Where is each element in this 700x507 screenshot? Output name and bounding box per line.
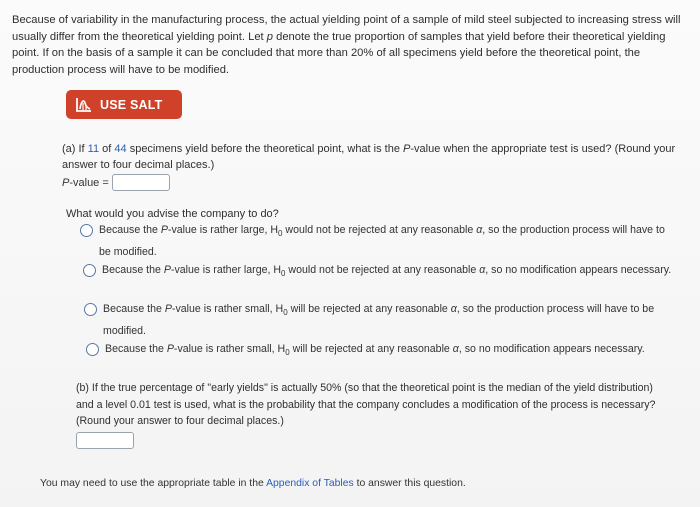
opt-text: -value is rather large, H [170, 264, 282, 276]
part-a-text: (a) If 11 of 44 specimens yield before t… [62, 141, 692, 173]
radio-button[interactable] [83, 264, 96, 277]
part-a-of: of [99, 143, 115, 155]
advise-option-2-text: Because the P-value is rather large, H0 … [102, 261, 672, 283]
opt-text: Because the [102, 264, 164, 276]
advise-option-4[interactable]: Because the P-value is rather small, H0 … [86, 340, 675, 362]
opt-text: Because the [105, 343, 167, 355]
radio-button[interactable] [80, 224, 93, 237]
advise-option-4-text: Because the P-value is rather small, H0 … [105, 340, 675, 362]
pvalue-input[interactable] [111, 174, 170, 191]
pvalue-row: P-value = [62, 174, 692, 191]
opt-text: Because the [103, 303, 165, 315]
opt-text: will be rejected at any reasonable [287, 303, 451, 315]
appendix-link[interactable]: Appendix of Tables [266, 478, 354, 489]
question-page: Because of variability in the manufactur… [0, 0, 700, 507]
part-a-question: (a) If 11 of 44 specimens yield before t… [62, 141, 692, 191]
use-salt-button[interactable]: USE SALT [66, 90, 182, 119]
opt-text: will be rejected at any reasonable [289, 343, 453, 355]
opt-text: , so no modification appears necessary. [485, 264, 672, 276]
opt-text: -value is rather small, H [171, 303, 284, 315]
pvalue-label: P-value = [62, 175, 109, 191]
opt-text: would not be rejected at any reasonable [282, 224, 477, 236]
part-a-middle: specimens yield before the theoretical p… [126, 143, 404, 155]
opt-text: Because the [99, 224, 161, 236]
footer-text-before: You may need to use the appropriate tabl… [40, 478, 267, 489]
part-a-yield-count: 11 [87, 143, 100, 155]
opt-text: , so no modification appears necessary. [458, 343, 645, 355]
footer-note: You may need to use the appropriate tabl… [40, 478, 466, 489]
problem-statement: Because of variability in the manufactur… [12, 12, 688, 78]
opt-text: -value is rather large, H [167, 224, 279, 236]
part-b-text: (b) If the true percentage of "early yie… [76, 382, 656, 427]
advise-option-1-text: Because the P-value is rather large, H0 … [99, 221, 669, 262]
opt-text: would not be rejected at any reasonable [285, 264, 480, 276]
opt-p: P [160, 224, 168, 236]
opt-text: -value is rather small, H [173, 343, 286, 355]
advise-option-2[interactable]: Because the P-value is rather large, H0 … [83, 261, 672, 283]
part-a-prefix: (a) If [62, 143, 88, 155]
opt-p: P [166, 343, 174, 355]
advise-option-3[interactable]: Because the P-value is rather small, H0 … [84, 300, 673, 341]
radio-button[interactable] [84, 303, 97, 316]
part-b-answer-input[interactable] [76, 431, 134, 449]
use-salt-label: USE SALT [100, 97, 163, 112]
advise-question: What would you advise the company to do? [66, 208, 279, 220]
salt-chart-icon [75, 97, 93, 113]
part-a-total-count: 44 [114, 143, 127, 155]
opt-p: P [163, 264, 171, 276]
radio-button[interactable] [86, 343, 99, 356]
advise-option-1[interactable]: Because the P-value is rather large, H0 … [80, 221, 669, 262]
footer-text-after: to answer this question. [353, 478, 466, 489]
advise-option-3-text: Because the P-value is rather small, H0 … [103, 300, 673, 341]
pvalue-label-rest: -value = [69, 176, 109, 189]
opt-p: P [164, 303, 172, 315]
part-b-question: (b) If the true percentage of "early yie… [76, 380, 666, 449]
